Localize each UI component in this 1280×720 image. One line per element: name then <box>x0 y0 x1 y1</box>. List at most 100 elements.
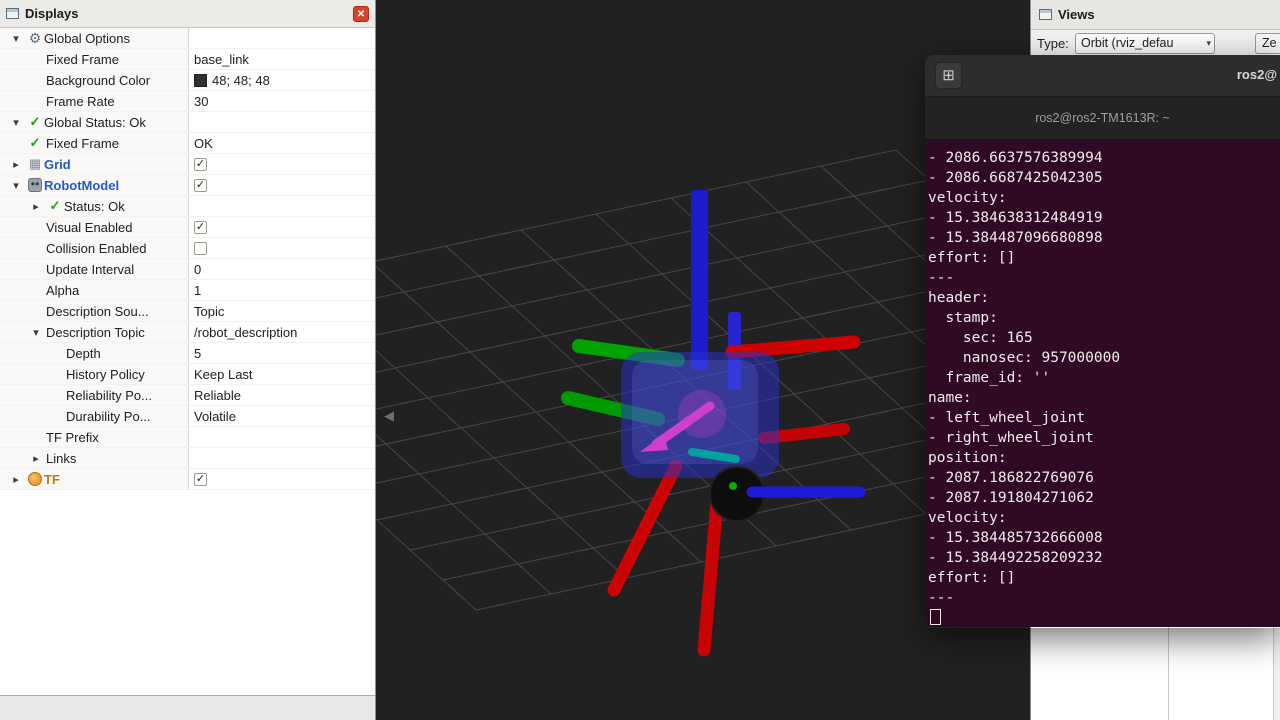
tree-row[interactable]: Update Interval0 <box>0 259 375 280</box>
terminal-line: velocity: <box>928 508 1280 528</box>
property-label-cell: ▸ TF <box>0 469 188 489</box>
view-type-dropdown[interactable]: Orbit (rviz_defau ▾ <box>1075 33 1215 54</box>
property-label: Reliability Po... <box>66 388 152 403</box>
property-value-cell[interactable] <box>188 427 375 447</box>
indent-spacer <box>0 101 26 102</box>
property-value-cell[interactable]: 30 <box>188 91 375 111</box>
indent-spacer <box>0 206 26 207</box>
indent-spacer <box>0 353 46 354</box>
property-value-cell[interactable]: Keep Last <box>188 364 375 384</box>
property-value-cell[interactable] <box>188 196 375 216</box>
property-value-cell[interactable] <box>188 238 375 258</box>
property-label-cell: Fixed Frame <box>0 49 188 69</box>
checkbox-checked[interactable]: ✓ <box>194 179 207 192</box>
tree-row[interactable]: ▾ RobotModel ✓ <box>0 175 375 196</box>
property-value: 0 <box>194 262 201 277</box>
view-type-label: Type: <box>1037 36 1069 51</box>
property-value-cell[interactable]: /robot_description <box>188 322 375 342</box>
tree-row[interactable]: Durability Po...Volatile <box>0 406 375 427</box>
property-label-cell: Collision Enabled <box>0 238 188 258</box>
terminal-line: - 15.384485732666008 <box>928 528 1280 548</box>
expander-open-icon[interactable]: ▾ <box>6 179 26 192</box>
property-value-cell[interactable]: OK <box>188 133 375 153</box>
property-value-cell[interactable]: base_link <box>188 49 375 69</box>
property-value-cell[interactable]: ✓ <box>188 469 375 489</box>
displays-panel-icon <box>6 8 19 19</box>
tree-row[interactable]: Depth5 <box>0 343 375 364</box>
terminal-output[interactable]: - 2086.6637576389994- 2086.6687425042305… <box>925 140 1280 627</box>
tree-row[interactable]: Background Color48; 48; 48 <box>0 70 375 91</box>
checkbox-checked[interactable]: ✓ <box>194 158 207 171</box>
indent-spacer <box>0 80 26 81</box>
tf-x-axis-diag-left <box>614 466 676 590</box>
expander-closed-icon[interactable]: ▸ <box>6 158 26 171</box>
indent-spacer <box>0 59 26 60</box>
expander-closed-icon[interactable]: ▸ <box>26 452 46 465</box>
tree-row[interactable]: Reliability Po... Reliable <box>0 385 375 406</box>
property-value-cell[interactable]: Volatile <box>188 406 375 426</box>
property-label-cell: TF Prefix <box>0 427 188 447</box>
property-value-cell[interactable]: Topic <box>188 301 375 321</box>
expander-open-icon[interactable]: ▾ <box>6 32 26 45</box>
property-value-cell[interactable]: ✓ <box>188 217 375 237</box>
expander-open-icon[interactable]: ▾ <box>26 326 46 339</box>
property-value-cell[interactable]: ✓ <box>188 154 375 174</box>
checkbox-checked[interactable]: ✓ <box>194 221 207 234</box>
property-value-cell[interactable] <box>188 28 375 48</box>
chevron-down-icon: ▾ <box>1206 38 1211 49</box>
tree-row[interactable]: Alpha1 <box>0 280 375 301</box>
property-label-cell: History Policy <box>0 364 188 384</box>
terminal-line: effort: [] <box>928 248 1280 268</box>
property-label-cell: Durability Po... <box>0 406 188 426</box>
tree-row[interactable]: Fixed FrameOK <box>0 133 375 154</box>
tree-row[interactable]: ▸Status: Ok <box>0 196 375 217</box>
property-value-cell[interactable]: 5 <box>188 343 375 363</box>
tree-row[interactable]: History PolicyKeep Last <box>0 364 375 385</box>
terminal-title: ros2@ <box>1237 67 1277 82</box>
indent-spacer <box>0 290 26 291</box>
property-value-cell[interactable]: Reliable <box>188 385 375 405</box>
displays-property-tree: ▾Global OptionsFixed Framebase_linkBackg… <box>0 28 375 695</box>
zero-button[interactable]: Ze <box>1255 33 1280 54</box>
expander-closed-icon[interactable]: ▸ <box>26 200 46 213</box>
property-label-cell: Reliability Po... <box>0 385 188 405</box>
expander-open-icon[interactable]: ▾ <box>6 116 26 129</box>
terminal-line: - 2087.186822769076 <box>928 468 1280 488</box>
tree-row[interactable]: ▾Description Topic/robot_description <box>0 322 375 343</box>
expander-closed-icon[interactable]: ▸ <box>6 473 26 486</box>
property-label: Collision Enabled <box>46 241 146 256</box>
property-label: RobotModel <box>44 178 119 193</box>
terminal-window: ⊞ ros2@ ros2@ros2-TM1613R: ~ - 2086.6637… <box>925 55 1280 628</box>
property-value-cell[interactable] <box>188 112 375 132</box>
terminal-titlebar[interactable]: ⊞ ros2@ <box>925 55 1280 97</box>
tree-row[interactable]: ▾Global Options <box>0 28 375 49</box>
property-value-cell[interactable]: 0 <box>188 259 375 279</box>
terminal-tab[interactable]: ros2@ros2-TM1613R: ~ <box>1035 111 1170 125</box>
property-label-cell: Visual Enabled <box>0 217 188 237</box>
tree-row[interactable]: Frame Rate30 <box>0 91 375 112</box>
property-value-cell[interactable]: 48; 48; 48 <box>188 70 375 90</box>
tree-row[interactable]: Description Sou...Topic <box>0 301 375 322</box>
views-panel-header[interactable]: Views <box>1031 0 1280 30</box>
property-value-cell[interactable]: 1 <box>188 280 375 300</box>
property-value-cell[interactable] <box>188 448 375 468</box>
checkbox-checked[interactable]: ✓ <box>194 473 207 486</box>
tree-row[interactable]: TF Prefix <box>0 427 375 448</box>
checkbox-unchecked[interactable] <box>194 242 207 255</box>
tree-row[interactable]: Visual Enabled ✓ <box>0 217 375 238</box>
tree-row[interactable]: ▸ TF ✓ <box>0 469 375 490</box>
property-value-cell[interactable]: ✓ <box>188 175 375 195</box>
close-icon[interactable]: ✕ <box>353 6 369 22</box>
property-label: TF <box>44 472 60 487</box>
displays-panel-footer <box>0 695 375 720</box>
panel-collapse-arrow-icon[interactable]: ◀ <box>384 408 394 424</box>
tree-row[interactable]: ▾Global Status: Ok <box>0 112 375 133</box>
displays-panel-header[interactable]: Displays ✕ <box>0 0 375 28</box>
tree-row[interactable]: ▸Links <box>0 448 375 469</box>
property-label: TF Prefix <box>46 430 99 445</box>
tree-row[interactable]: ▸Grid✓ <box>0 154 375 175</box>
tree-row[interactable]: Fixed Framebase_link <box>0 49 375 70</box>
tree-row[interactable]: Collision Enabled <box>0 238 375 259</box>
new-tab-icon[interactable]: ⊞ <box>935 62 962 89</box>
property-label-cell: Description Sou... <box>0 301 188 321</box>
